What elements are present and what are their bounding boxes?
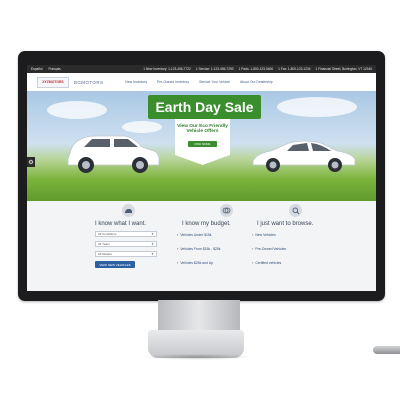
nav-about[interactable]: About Our Dealership: [240, 80, 273, 84]
offer-badge[interactable]: View Our Eco Friendly Vehicle Offers FIN…: [175, 119, 230, 165]
shopping-tools: I know what I want. All Conditions ▼ All …: [27, 201, 376, 291]
language-spanish-link[interactable]: Español: [31, 67, 43, 71]
chevron-down-icon: ▼: [151, 232, 154, 236]
sedan-image: [252, 140, 356, 172]
budget-link-label: Vehicles Under $15k: [180, 232, 212, 237]
budget-link-label: Vehicles From $15k - $25k: [180, 246, 221, 251]
hero-banner[interactable]: Earth Day Sale View Our Eco Friendly Veh…: [27, 91, 376, 201]
bullet-icon: ›: [252, 246, 254, 251]
service-phone[interactable]: 1 Service: 1-123-456-7293: [196, 67, 234, 71]
budget-link-under-15k[interactable]: › Vehicles Under $15k: [177, 232, 211, 237]
logo-text: XYZMOTORS: [42, 80, 64, 84]
condition-select[interactable]: All Conditions ▼: [95, 231, 157, 237]
model-value: All Models: [98, 252, 112, 256]
find-more-button[interactable]: FIND MORE: [188, 141, 217, 147]
budget-link-label: Vehicles $25k and Up: [180, 260, 214, 265]
new-inventory-phone[interactable]: 1 New Inventory: 1-123-456-7722: [143, 67, 191, 71]
browse-link-label: Certified vehicles: [255, 260, 282, 265]
model-select[interactable]: All Models ▼: [95, 251, 157, 257]
browse-certified[interactable]: › Certified vehicles: [252, 260, 281, 265]
offer-text: View Our Eco Friendly Vehicle Offers: [177, 124, 228, 135]
dealer-logo[interactable]: XYZMOTORS: [37, 76, 69, 88]
cloud-shape: [47, 101, 107, 119]
budget-link-15k-25k[interactable]: › Vehicles From $15k - $25k: [177, 246, 221, 251]
suv-image: [67, 135, 160, 173]
chevron-down-icon: ▼: [151, 242, 154, 246]
nav-new-inventory[interactable]: New Inventory: [125, 80, 147, 84]
dealer-address[interactable]: 1 Financial Street, Burlington, VT 12345: [316, 67, 372, 71]
view-new-vehicles-button[interactable]: VIEW NEW VEHICLES: [95, 261, 135, 268]
gear-icon[interactable]: ⚙: [27, 157, 35, 167]
year-select[interactable]: All Years ▼: [95, 241, 157, 247]
browse-link-label: Pre-Owned Vehicles: [255, 246, 287, 251]
bullet-icon: ›: [252, 260, 254, 265]
bullet-icon: ›: [177, 246, 179, 251]
browse-pre-owned[interactable]: › Pre-Owned Vehicles: [252, 246, 286, 251]
want-title: I know what I want.: [95, 221, 147, 227]
browse-link-label: New Vehicles: [255, 232, 276, 237]
site-header: XYZMOTORS BGMOTORS New Inventory Pre-Own…: [27, 73, 376, 92]
money-icon: [220, 204, 233, 217]
browser-screen: Español Français 1 New Inventory: 1-123-…: [27, 65, 376, 291]
bullet-icon: ›: [252, 232, 254, 237]
search-icon: [289, 204, 302, 217]
browse-title: I just want to browse.: [257, 221, 314, 227]
budget-link-25k-up[interactable]: › Vehicles $25k and Up: [177, 260, 213, 265]
language-french-link[interactable]: Français: [49, 67, 61, 71]
bullet-icon: ›: [177, 232, 179, 237]
condition-value: All Conditions: [98, 232, 117, 236]
monitor-frame: Español Français 1 New Inventory: 1-123-…: [18, 51, 385, 301]
fax-number: 1 Fax: 1-800-123-1234: [278, 67, 311, 71]
utility-bar: Español Français 1 New Inventory: 1-123-…: [27, 65, 376, 73]
cloud-shape: [277, 97, 357, 117]
stand-shadow: [142, 354, 252, 360]
parts-phone[interactable]: 1 Parts: 1-800-123-0406: [239, 67, 274, 71]
budget-title: I know my budget.: [182, 221, 231, 227]
chevron-down-icon: ▼: [151, 252, 154, 256]
sale-headline[interactable]: Earth Day Sale: [148, 95, 261, 119]
mouse-device: [373, 346, 400, 354]
car-icon: [122, 204, 135, 217]
brand-name[interactable]: BGMOTORS: [74, 80, 103, 85]
nav-service[interactable]: Service Your Vehicle: [199, 80, 230, 84]
browse-new-vehicles[interactable]: › New Vehicles: [252, 232, 276, 237]
bullet-icon: ›: [177, 260, 179, 265]
nav-pre-owned-inventory[interactable]: Pre-Owned Inventory: [157, 80, 189, 84]
year-value: All Years: [98, 242, 110, 246]
main-nav: New Inventory Pre-Owned Inventory Servic…: [125, 80, 272, 84]
